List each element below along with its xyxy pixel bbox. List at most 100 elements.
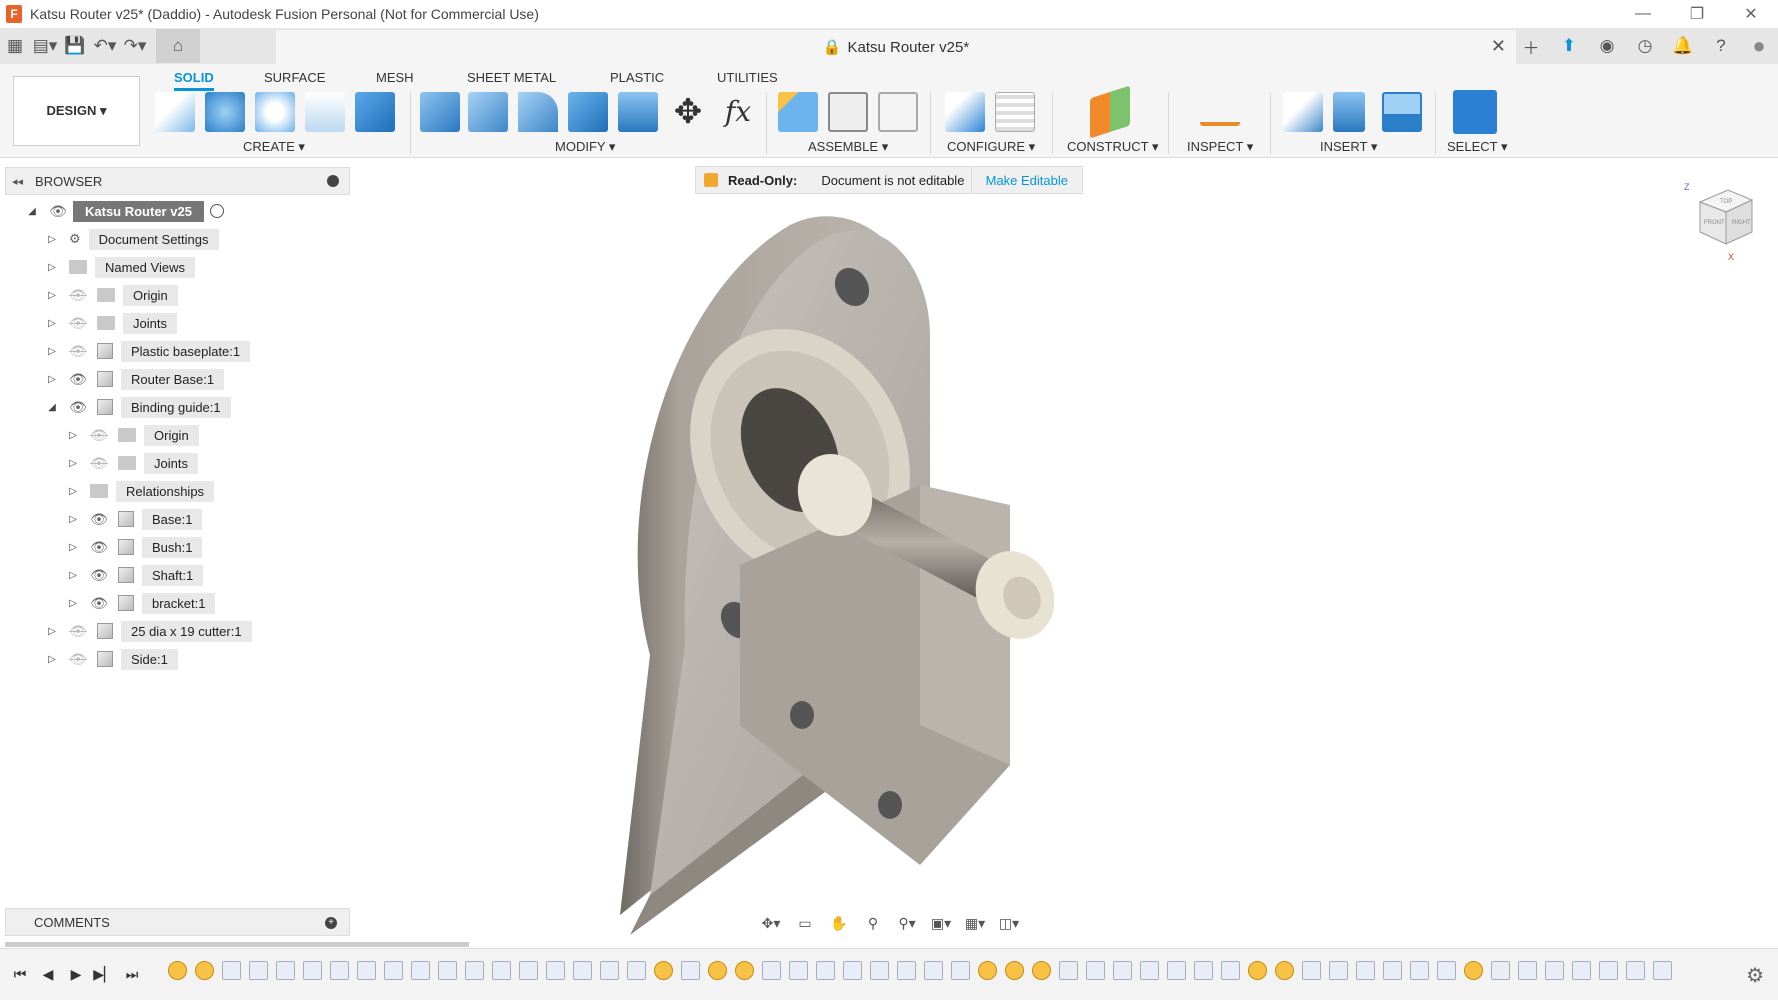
combine-icon[interactable] (618, 92, 658, 132)
extensions-icon[interactable]: ⬆ (1550, 28, 1588, 64)
timeline-feature-icon[interactable] (465, 961, 484, 980)
revolve-icon[interactable] (255, 92, 295, 132)
extrude-form-icon[interactable] (205, 92, 245, 132)
tab-utilities[interactable]: UTILITIES (717, 70, 778, 85)
timeline-feature-icon[interactable] (924, 961, 943, 980)
close-window-button[interactable]: ✕ (1724, 0, 1778, 28)
fillet-icon[interactable] (468, 92, 508, 132)
measure-icon[interactable] (1200, 104, 1240, 126)
timeline-feature-icon[interactable] (384, 961, 403, 980)
visibility-eye-icon[interactable]: 👁 (90, 567, 108, 583)
zoom-window-icon[interactable]: ⚲▾ (896, 912, 918, 934)
tree-item-binding-guide[interactable]: ◢ 👁 Binding guide:1 (45, 395, 231, 419)
timeline-feature-icon[interactable] (1194, 961, 1213, 980)
tree-item-named-views[interactable]: ▷ Named Views (45, 255, 195, 279)
timeline-feature-icon[interactable] (627, 961, 646, 980)
viewports-icon[interactable]: ◫▾ (998, 912, 1020, 934)
tab-surface[interactable]: SURFACE (264, 70, 325, 85)
pattern-icon[interactable] (305, 92, 345, 132)
timeline-feature-icon[interactable] (708, 961, 727, 980)
insert-derive-icon[interactable] (1283, 92, 1323, 132)
pan-hand-icon[interactable]: ✋ (828, 912, 850, 934)
expand-arrow-icon[interactable]: ▷ (45, 234, 59, 245)
timeline-feature-icon[interactable] (1248, 961, 1267, 980)
job-status-icon[interactable]: ◷ (1626, 28, 1664, 64)
expand-arrow-icon[interactable]: ▷ (66, 570, 80, 581)
offset-plane-icon[interactable] (1090, 85, 1130, 139)
timeline-feature-icon[interactable] (492, 961, 511, 980)
timeline-feature-icon[interactable] (276, 961, 295, 980)
select-icon[interactable] (1453, 90, 1497, 134)
create-sketch-icon[interactable] (155, 92, 195, 132)
timeline-feature-icon[interactable] (1491, 961, 1510, 980)
model-viewport[interactable] (590, 205, 1210, 935)
timeline-feature-icon[interactable] (1032, 961, 1051, 980)
timeline-feature-icon[interactable] (600, 961, 619, 980)
expand-arrow-icon[interactable]: ▷ (45, 318, 59, 329)
hidden-eye-icon[interactable]: 👁 (69, 623, 87, 639)
help-icon[interactable]: ? (1702, 28, 1740, 64)
timeline-feature-icon[interactable] (1167, 961, 1186, 980)
collapse-browser-icon[interactable]: ◂◂ (12, 175, 23, 188)
configuration-table-icon[interactable] (995, 92, 1035, 132)
hidden-eye-icon[interactable]: 👁 (69, 343, 87, 359)
make-editable-link[interactable]: Make Editable (970, 167, 1082, 193)
go-to-end-icon[interactable]: ⏭ (118, 961, 146, 989)
tab-plastic[interactable]: PLASTIC (610, 70, 664, 85)
timeline-feature-icon[interactable] (1005, 961, 1024, 980)
create-group-label[interactable]: CREATE ▾ (243, 139, 305, 155)
timeline-feature-icon[interactable] (546, 961, 565, 980)
zoom-icon[interactable]: ⚲ (862, 912, 884, 934)
look-at-icon[interactable]: ▭ (794, 912, 816, 934)
timeline-feature-icon[interactable] (1086, 961, 1105, 980)
tree-item-bush[interactable]: ▷ 👁 Bush:1 (66, 535, 203, 559)
collapse-arrow-icon[interactable]: ◢ (45, 402, 59, 413)
timeline-feature-icon[interactable] (357, 961, 376, 980)
tab-mesh[interactable]: MESH (376, 70, 414, 85)
hidden-eye-icon[interactable]: 👁 (90, 455, 108, 471)
hidden-eye-icon[interactable]: 👁 (69, 315, 87, 331)
timeline-feature-icon[interactable] (951, 961, 970, 980)
expand-arrow-icon[interactable]: ▷ (45, 262, 59, 273)
browser-scrollbar[interactable] (5, 942, 469, 947)
timeline-feature-icon[interactable] (1572, 961, 1591, 980)
tree-item-origin-child[interactable]: ▷ 👁 Origin (66, 423, 199, 447)
timeline-feature-icon[interactable] (573, 961, 592, 980)
expand-arrow-icon[interactable]: ▷ (45, 374, 59, 385)
extrude-icon[interactable] (355, 92, 395, 132)
restore-button[interactable]: ❐ (1670, 0, 1724, 28)
close-tab-button[interactable]: ✕ (1491, 36, 1506, 57)
timeline-feature-icon[interactable] (816, 961, 835, 980)
timeline-feature-icon[interactable] (1356, 961, 1375, 980)
notifications-bell-icon[interactable]: 🔔 (1664, 28, 1702, 64)
orbit-icon[interactable]: ✥▾ (760, 912, 782, 934)
configure-icon[interactable] (945, 92, 985, 132)
workspace-switcher-button[interactable]: DESIGN ▾ (13, 76, 140, 146)
timeline-feature-icon[interactable] (1599, 961, 1618, 980)
timeline-feature-icon[interactable] (249, 961, 268, 980)
configure-group-label[interactable]: CONFIGURE ▾ (947, 139, 1035, 155)
visibility-eye-icon[interactable]: 👁 (49, 203, 67, 219)
tree-item-relationships[interactable]: ▷ Relationships (66, 479, 215, 503)
document-tab[interactable]: 🔒 Katsu Router v25* ✕ (276, 30, 1516, 64)
tree-item-base[interactable]: ▷ 👁 Base:1 (66, 507, 203, 531)
timeline-feature-icon[interactable] (1140, 961, 1159, 980)
visibility-eye-icon[interactable]: 👁 (69, 399, 87, 415)
expand-arrow-icon[interactable]: ▷ (66, 486, 80, 497)
timeline-feature-icon[interactable] (1059, 961, 1078, 980)
add-comment-icon[interactable]: + (325, 917, 337, 929)
home-icon[interactable]: ⌂ (156, 29, 200, 63)
tree-item-router-base[interactable]: ▷ 👁 Router Base:1 (45, 367, 225, 391)
go-to-start-icon[interactable]: ⏮ (6, 961, 34, 989)
file-menu-icon[interactable]: ▤▾ (30, 31, 60, 61)
timeline-feature-icon[interactable] (789, 961, 808, 980)
grid-settings-icon[interactable]: ▦▾ (964, 912, 986, 934)
press-pull-icon[interactable] (420, 92, 460, 132)
tree-item-origin[interactable]: ▷ 👁 Origin (45, 283, 178, 307)
timeline-feature-icon[interactable] (1464, 961, 1483, 980)
expand-arrow-icon[interactable]: ▷ (45, 626, 59, 637)
online-status-icon[interactable]: ◉ (1588, 28, 1626, 64)
timeline-feature-icon[interactable] (843, 961, 862, 980)
timeline-feature-icon[interactable] (1113, 961, 1132, 980)
timeline-feature-icon[interactable] (195, 961, 214, 980)
